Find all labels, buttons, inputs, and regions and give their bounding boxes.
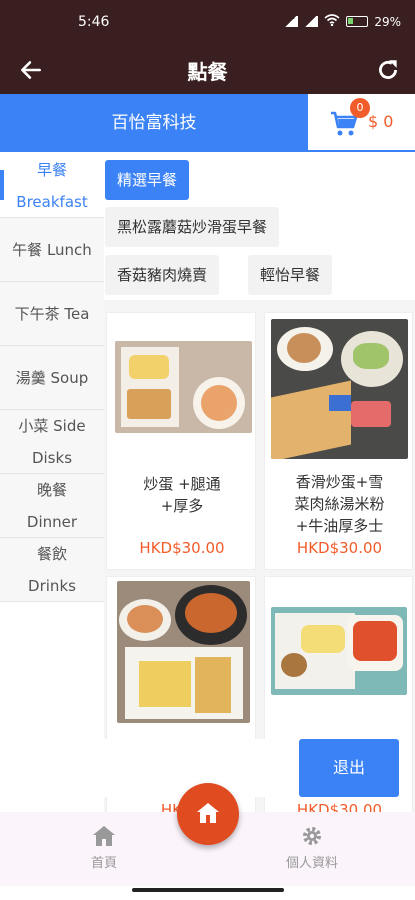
chip-featured-breakfast[interactable]: 精選早餐: [105, 160, 190, 200]
sidebar-item-drinks[interactable]: 餐飲 Drinks: [0, 538, 104, 602]
sidebar-item-lunch[interactable]: 午餐 Lunch: [0, 218, 104, 282]
exit-button[interactable]: 退出: [299, 739, 399, 797]
gesture-bar: [132, 888, 284, 892]
battery-icon: [346, 16, 369, 27]
sidebar-item-sublabel: Disks: [31, 449, 73, 467]
status-icons: 29%: [284, 14, 401, 29]
sidebar-item-label: 早餐: [36, 161, 67, 179]
battery-level: 29%: [374, 14, 401, 29]
signal-icon: [284, 16, 299, 27]
status-time: 5:46: [78, 14, 110, 30]
cart-total: $ 0: [368, 112, 394, 131]
status-bar: 5:46 29%: [0, 0, 415, 46]
cart-button[interactable]: 0 $ 0: [308, 94, 415, 152]
nav-home-label: 首頁: [90, 856, 117, 871]
nav-profile-label: 個人資料: [285, 856, 338, 871]
chip-truffle-egg-breakfast[interactable]: 黑松露蘑菇炒滑蛋早餐: [105, 207, 280, 247]
chip-light-breakfast[interactable]: 輕怡早餐: [248, 255, 333, 295]
product-image: [117, 581, 250, 723]
signal-icon-2: [304, 16, 319, 27]
category-sidebar: 早餐 Breakfast 午餐 Lunch 下午茶 Tea 湯羹 Soup 小菜…: [0, 152, 104, 602]
sidebar-item-label: 午餐 Lunch: [12, 241, 92, 259]
sidebar-item-label: 小菜 Side: [18, 417, 86, 435]
sidebar-item-breakfast[interactable]: 早餐 Breakfast: [0, 152, 104, 218]
sidebar-item-side-dishes[interactable]: 小菜 Side Disks: [0, 410, 104, 474]
sidebar-item-dinner[interactable]: 晚餐 Dinner: [0, 474, 104, 538]
wifi-icon: [324, 14, 340, 29]
sidebar-item-sublabel: Dinner: [26, 513, 78, 531]
product-card[interactable]: 香滑炒蛋+雪 菜肉絲湯米粉 +牛油厚多士 HKD$30.00: [264, 312, 413, 570]
product-card[interactable]: 炒蛋 +腿通 +厚多 HKD$30.00: [106, 312, 256, 570]
sidebar-item-label: 餐飲: [36, 545, 67, 563]
app-bar: 點餐: [0, 46, 415, 94]
sidebar-item-sublabel: Breakfast: [16, 193, 88, 211]
home-icon: [93, 826, 115, 846]
sidebar-item-sublabel: Drinks: [28, 577, 76, 595]
refresh-icon[interactable]: [375, 57, 401, 83]
product-image: [271, 607, 407, 695]
shop-name-bar: 百怡富科技: [0, 94, 308, 152]
chip-pork-siumai[interactable]: 香菇豬肉燒賣: [105, 255, 220, 295]
sidebar-item-tea[interactable]: 下午茶 Tea: [0, 282, 104, 346]
product-name: 炒蛋 +腿通 +厚多: [143, 475, 221, 515]
nav-profile[interactable]: 個人資料: [272, 824, 352, 871]
product-name: 香滑炒蛋+雪 菜肉絲湯米粉 +牛油厚多士: [294, 473, 385, 535]
sidebar-item-label: 湯羹 Soup: [15, 369, 89, 387]
gear-icon: [303, 827, 321, 845]
nav-home[interactable]: 首頁: [78, 824, 130, 871]
home-fab-button[interactable]: [177, 783, 239, 845]
home-icon: [197, 803, 219, 823]
product-price: HKD$30.00: [296, 539, 383, 557]
product-image: [115, 341, 252, 433]
sidebar-item-label: 下午茶 Tea: [14, 305, 90, 323]
page-title: 點餐: [187, 60, 228, 84]
cart-count-badge: 0: [350, 98, 370, 118]
product-image: [271, 319, 408, 459]
sidebar-item-soup[interactable]: 湯羹 Soup: [0, 346, 104, 410]
sidebar-item-label: 晚餐: [36, 481, 67, 499]
product-price: HKD$30.00: [139, 539, 225, 557]
